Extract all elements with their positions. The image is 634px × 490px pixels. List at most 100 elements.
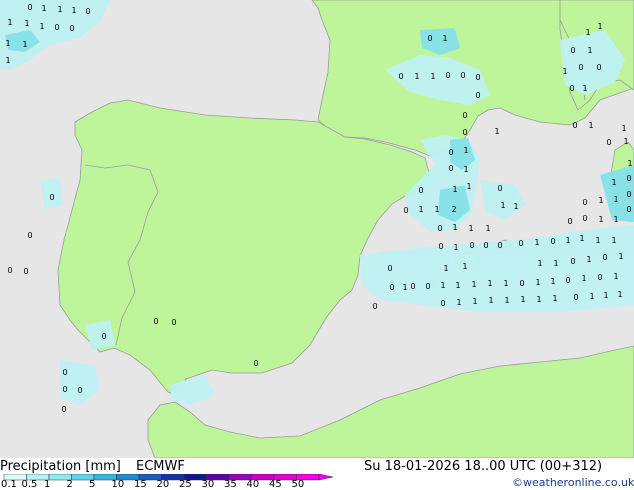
scale-tick-label: 30 [201, 479, 215, 490]
value-label: 0 [462, 128, 467, 137]
value-label: 1 [494, 127, 499, 136]
value-label: 0 [578, 63, 583, 72]
value-label: 0 [448, 164, 453, 173]
value-label: 1 [456, 298, 461, 307]
value-label: 0 [626, 174, 631, 183]
value-label: 0 [567, 217, 572, 226]
scale-tick-label: 35 [224, 479, 237, 490]
value-label: 1 [585, 28, 590, 37]
value-label: 0 [570, 257, 575, 266]
value-label: 0 [372, 302, 377, 311]
value-label: 0 [582, 198, 587, 207]
value-label: 1 [535, 278, 540, 287]
value-label: 1 [587, 46, 592, 55]
value-label: 0 [418, 186, 423, 195]
value-label: 0 [596, 63, 601, 72]
value-label: 0 [27, 3, 32, 12]
value-label: 1 [623, 137, 628, 146]
value-label: 1 [597, 22, 602, 31]
value-label: 1 [430, 72, 435, 81]
value-label: 1 [565, 236, 570, 245]
value-label: 0 [626, 205, 631, 214]
value-label: 0 [425, 282, 430, 291]
value-label: 1 [443, 264, 448, 273]
value-label: 1 [414, 72, 419, 81]
value-label: 0 [460, 71, 465, 80]
value-label: 0 [62, 385, 67, 394]
value-label: 0 [462, 111, 467, 120]
value-label: 1 [553, 259, 558, 268]
value-label: 1 [485, 224, 490, 233]
value-label: 1 [520, 295, 525, 304]
value-label: 0 [7, 266, 12, 275]
value-label: 1 [617, 290, 622, 299]
value-label: 1 [22, 40, 27, 49]
value-label: 0 [497, 184, 502, 193]
value-label: 1 [7, 18, 12, 27]
model-name: ECMWF [136, 459, 185, 474]
value-label: 1 [463, 165, 468, 174]
scale-tick-label: 5 [89, 479, 96, 490]
scale-tick-label: 20 [156, 479, 170, 490]
value-label: 1 [24, 19, 29, 28]
value-label: 0 [389, 283, 394, 292]
scale-tick-label: 2 [66, 479, 73, 490]
value-label: 1 [41, 4, 46, 13]
value-label: 1 [603, 291, 608, 300]
value-label: 1 [627, 159, 632, 168]
value-label: 0 [572, 121, 577, 130]
value-label: 1 [552, 294, 557, 303]
value-label: 0 [440, 299, 445, 308]
value-label: 1 [586, 255, 591, 264]
value-label: 1 [562, 67, 567, 76]
value-label: 0 [27, 231, 32, 240]
value-label: 0 [569, 84, 574, 93]
value-label: 1 [598, 196, 603, 205]
value-label: 1 [613, 215, 618, 224]
value-label: 0 [61, 405, 66, 414]
value-label: 1 [71, 6, 76, 15]
value-label: 0 [387, 264, 392, 273]
value-label: 1 [455, 281, 460, 290]
footer-bar: Precipitation [mm] ECMWF Su 18-01-2026 1… [0, 458, 634, 490]
value-label: 0 [602, 253, 607, 262]
value-label: 1 [500, 201, 505, 210]
value-label: 1 [613, 272, 618, 281]
precipitation-map: 0111011100111010110000010010111000112110… [0, 0, 634, 459]
value-label: 1 [487, 279, 492, 288]
value-label: 1 [550, 277, 555, 286]
value-label: 1 [534, 238, 539, 247]
scale-tick-label: 45 [269, 479, 282, 490]
value-label: 0 [54, 23, 59, 32]
scale-tick-label: 50 [291, 479, 305, 490]
value-label: 0 [469, 241, 474, 250]
value-label: 0 [62, 368, 67, 377]
value-label: 0 [582, 214, 587, 223]
value-label: 2 [451, 205, 456, 214]
value-label: 0 [427, 34, 432, 43]
value-label: 0 [171, 318, 176, 327]
value-label: 1 [503, 279, 508, 288]
value-label: 0 [497, 241, 502, 250]
scale-tick-label: 1 [44, 479, 51, 490]
value-label: 1 [579, 234, 584, 243]
value-label: 0 [475, 73, 480, 82]
value-label: 1 [402, 283, 407, 292]
value-label: 1 [595, 236, 600, 245]
value-label: 0 [77, 386, 82, 395]
value-label: 1 [440, 281, 445, 290]
value-label: 0 [570, 46, 575, 55]
value-label: 1 [536, 295, 541, 304]
value-label: 0 [565, 276, 570, 285]
value-label: 0 [483, 241, 488, 250]
scale-tick-label: 0.5 [21, 479, 38, 490]
map-canvas: 0 1 1 1 01 1 1 0 01 110 10 1 1 0 0 000100 10 11 1 000 1 1 2 1 10… [0, 0, 634, 459]
value-label: 0 [475, 91, 480, 100]
value-label: 0 [606, 138, 611, 147]
value-label: 1 [598, 215, 603, 224]
value-label: 1 [452, 185, 457, 194]
scale-tick-label: 25 [179, 479, 192, 490]
value-label: 0 [437, 224, 442, 233]
value-label: 0 [519, 279, 524, 288]
value-label: 0 [445, 71, 450, 80]
